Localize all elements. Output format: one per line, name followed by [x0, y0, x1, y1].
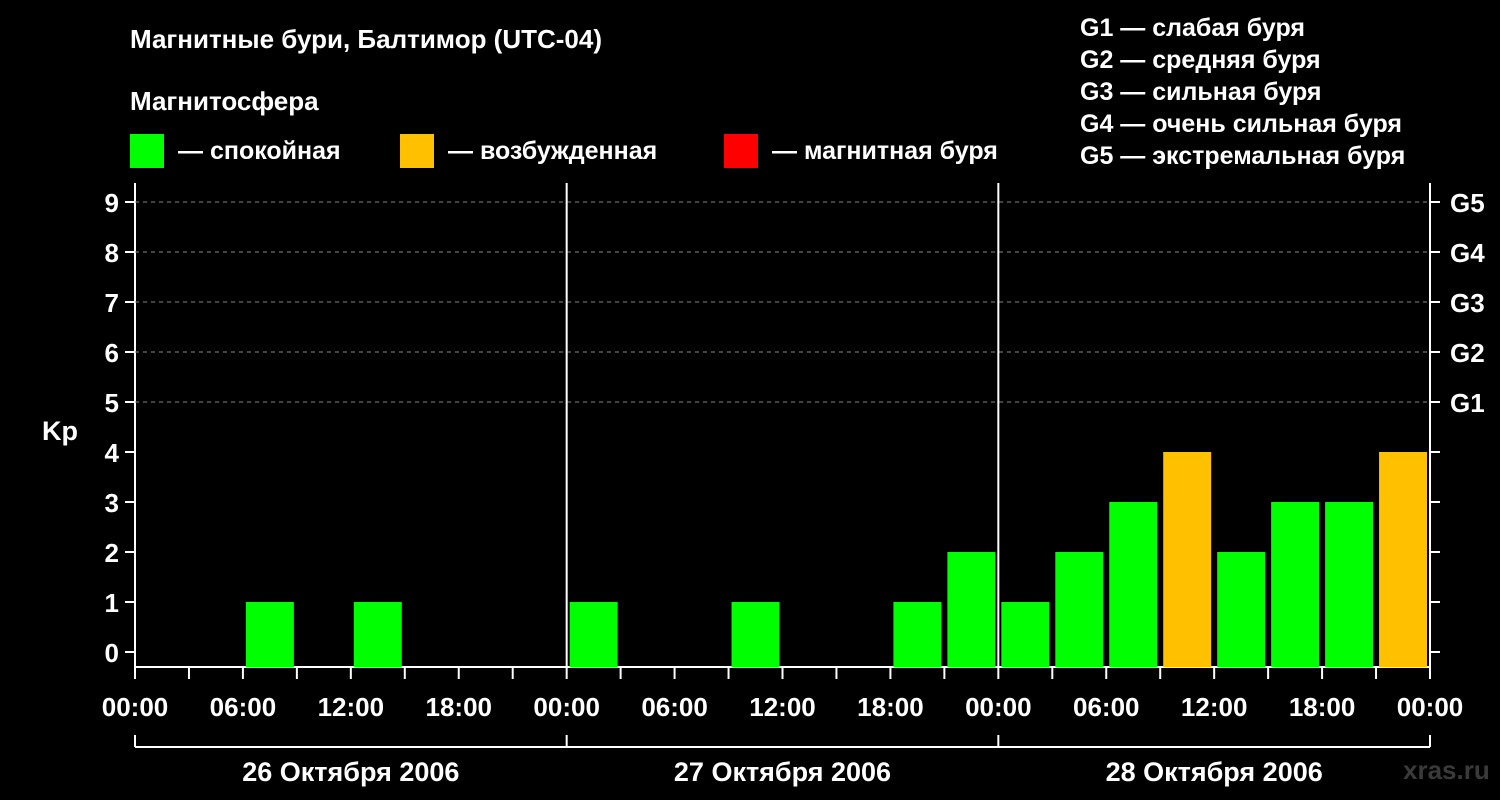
x-tick-label: 00:00 [102, 692, 169, 722]
day-label: 27 Октября 2006 [674, 757, 891, 787]
x-tick-label: 00:00 [965, 692, 1032, 722]
x-tick-label: 12:00 [1181, 692, 1248, 722]
x-tick-label: 06:00 [210, 692, 277, 722]
kp-bar [731, 602, 780, 667]
right-tick-label-g2: G2 [1450, 338, 1485, 368]
kp-bar [569, 602, 618, 667]
kp-chart: 0 1 2 3 4 5 6 7 8 9 G1 G2 G3 G4 G5 Kp 00:00 06:00 12:00 18:… [42, 183, 1485, 787]
y-tick-label: 9 [105, 188, 119, 218]
y-tick-label: 4 [105, 438, 120, 468]
kp-bar [1163, 452, 1212, 667]
y-tick-label: 3 [105, 488, 119, 518]
right-tick-label-g5: G5 [1450, 188, 1485, 218]
kp-bar [1055, 552, 1104, 667]
y-tick-label: 2 [105, 538, 119, 568]
kp-bar [1379, 452, 1427, 667]
kp-bar [947, 552, 996, 667]
x-tick-label: 00:00 [533, 692, 600, 722]
x-tick-label: 12:00 [749, 692, 816, 722]
day-label: 28 Октября 2006 [1106, 757, 1323, 787]
kp-bar [1109, 502, 1158, 667]
kp-bar [245, 602, 294, 667]
kp-bar [1325, 502, 1374, 667]
x-tick-label: 06:00 [1073, 692, 1140, 722]
x-tick-label: 06:00 [641, 692, 708, 722]
kp-bar [353, 602, 402, 667]
y-axis-label: Kp [42, 416, 78, 446]
kp-bar [1217, 552, 1266, 667]
right-tick-label-g3: G3 [1450, 288, 1485, 318]
right-tick-label-g4: G4 [1450, 238, 1485, 268]
kp-bar [1271, 502, 1320, 667]
y-tick-label: 8 [105, 238, 119, 268]
y-tick-label: 0 [105, 638, 119, 668]
x-tick-label: 18:00 [857, 692, 924, 722]
watermark: xras.ru [1403, 755, 1490, 785]
x-tick-label: 00:00 [1397, 692, 1464, 722]
y-tick-label: 6 [105, 338, 119, 368]
y-tick-label: 5 [105, 388, 119, 418]
y-tick-label: 1 [105, 588, 119, 618]
kp-bar [893, 602, 942, 667]
x-tick-label: 18:00 [426, 692, 493, 722]
right-tick-label-g1: G1 [1450, 388, 1485, 418]
day-label: 26 Октября 2006 [242, 757, 459, 787]
x-tick-label: 12:00 [318, 692, 385, 722]
x-tick-label: 18:00 [1289, 692, 1356, 722]
y-tick-label: 7 [105, 288, 119, 318]
kp-bar [1001, 602, 1050, 667]
